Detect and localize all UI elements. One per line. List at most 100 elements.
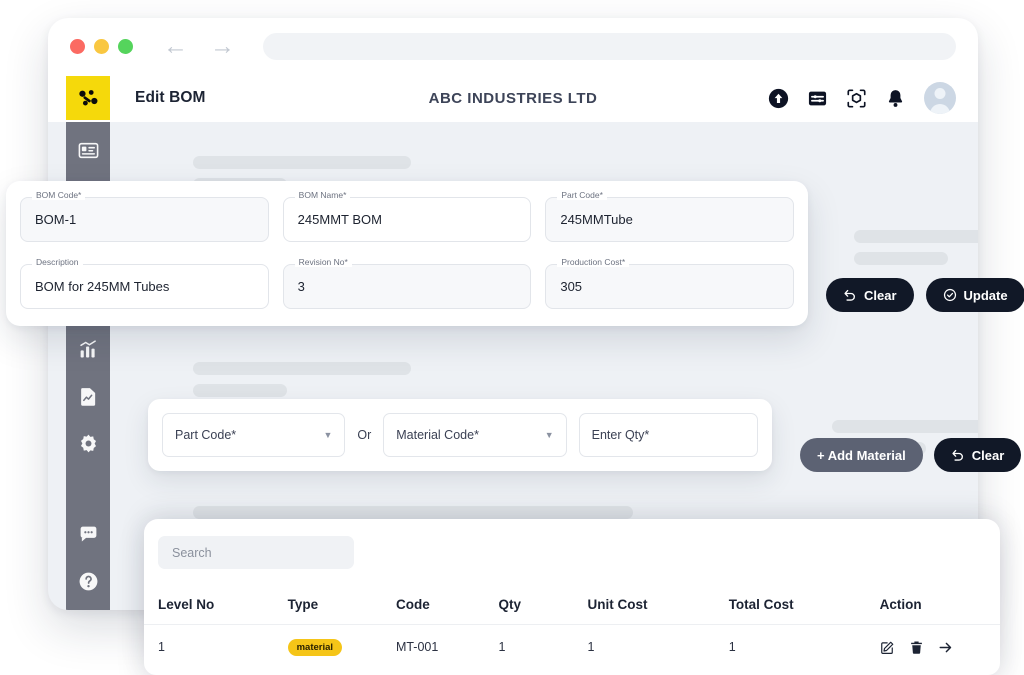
close-window-button[interactable] xyxy=(70,38,85,54)
form-action-buttons: Clear Update xyxy=(826,278,1024,312)
column-header-total-cost: Total Cost xyxy=(728,597,794,612)
select-value: Part Code* xyxy=(175,428,237,442)
button-label: Clear xyxy=(971,447,1005,463)
button-label: Update xyxy=(963,287,1008,303)
field-bom-code[interactable]: BOM Code* BOM-1 xyxy=(20,191,269,242)
column-header-unit-cost: Unit Cost xyxy=(587,597,648,612)
field-production-cost[interactable]: Production Cost* 305 xyxy=(545,258,795,309)
skeleton-bar xyxy=(193,156,411,169)
field-label: Description xyxy=(32,258,83,267)
search-input[interactable]: Search xyxy=(158,536,354,569)
add-material-button[interactable]: + Add Material xyxy=(800,438,923,472)
sidebar-item-id-card-icon[interactable] xyxy=(78,140,99,161)
field-value: 3 xyxy=(297,279,305,294)
update-bom-button[interactable]: Update xyxy=(925,278,1024,312)
cell-unit-cost: 1 xyxy=(587,640,595,654)
column-header-level-no: Level No xyxy=(158,597,215,612)
bom-details-form-card: BOM Code* BOM-1 BOM Name* 245MMT BOM Par… xyxy=(6,181,808,326)
skeleton-bar xyxy=(193,362,411,375)
sidebar-item-help-circle-icon[interactable] xyxy=(78,571,99,592)
column-header-type: Type xyxy=(287,597,319,612)
browser-nav-arrows: ← → xyxy=(163,33,235,59)
cell-level-no: 1 xyxy=(158,640,165,654)
field-value: 305 xyxy=(560,279,583,294)
form-row-1: BOM Code* BOM-1 BOM Name* 245MMT BOM Par… xyxy=(20,191,795,242)
back-arrow-icon[interactable]: ← xyxy=(163,33,188,59)
cell-type: material xyxy=(287,638,396,656)
skeleton-bar xyxy=(193,506,633,519)
material-picker-card: Part Code* ▼ Or Material Code* ▼ Enter Q… xyxy=(148,399,772,471)
address-bar-input[interactable] xyxy=(263,32,956,60)
chevron-down-icon: ▼ xyxy=(323,430,333,440)
select-value: Material Code* xyxy=(396,428,479,442)
avatar-head xyxy=(934,88,946,99)
screenshot-root: ← → Edit BOM ABC INDUSTRIES LTD BOM Code… xyxy=(0,0,1024,675)
edit-icon[interactable] xyxy=(880,640,895,655)
field-description[interactable]: Description BOM for 245MM Tubes xyxy=(20,258,269,309)
minimize-window-button[interactable] xyxy=(94,38,109,54)
cell-actions xyxy=(880,640,986,655)
skeleton-bar xyxy=(193,384,287,397)
filter-sliders-icon[interactable] xyxy=(807,88,828,109)
clear-material-button[interactable]: Clear xyxy=(933,438,1022,472)
cell-total-cost: 1 xyxy=(728,640,736,654)
column-header-qty: Qty xyxy=(498,597,521,612)
field-label: Production Cost* xyxy=(557,258,630,267)
field-value: 245MMT BOM xyxy=(297,212,382,227)
cell-qty: 1 xyxy=(498,640,506,654)
skeleton-bar xyxy=(854,252,948,265)
or-label: Or xyxy=(357,428,372,442)
field-value: BOM for 245MM Tubes xyxy=(35,279,170,294)
column-header-action: Action xyxy=(879,597,922,612)
material-action-buttons: + Add Material Clear xyxy=(800,438,1022,472)
avatar[interactable] xyxy=(924,82,956,114)
chevron-down-icon: ▼ xyxy=(544,430,554,440)
skeleton-bar xyxy=(854,230,978,243)
table-row[interactable]: 1 material MT-001 1 1 1 xyxy=(144,625,1000,669)
material-code-select[interactable]: Material Code* ▼ xyxy=(383,413,567,457)
bell-icon[interactable] xyxy=(885,88,906,109)
button-label: + Add Material xyxy=(817,447,906,463)
page-title: Edit BOM xyxy=(135,89,206,106)
check-circle-icon xyxy=(943,288,956,302)
scan-box-icon[interactable] xyxy=(846,88,867,109)
sidebar-item-report-document-icon[interactable] xyxy=(78,386,99,407)
button-label: Clear xyxy=(864,287,897,303)
maximize-window-button[interactable] xyxy=(118,38,133,54)
network-nodes-logo xyxy=(66,76,110,120)
sidebar-item-chat-bubble-icon[interactable] xyxy=(78,524,99,545)
app-header: Edit BOM ABC INDUSTRIES LTD xyxy=(48,74,978,122)
traffic-lights xyxy=(70,38,133,54)
field-label: BOM Code* xyxy=(32,191,86,200)
arrow-right-icon[interactable] xyxy=(938,640,953,655)
undo-icon xyxy=(844,289,855,301)
part-code-select[interactable]: Part Code* ▼ xyxy=(162,413,346,457)
avatar-body xyxy=(930,104,950,114)
sidebar-item-gear-icon[interactable] xyxy=(78,433,99,454)
table-header-row: Level No Type Code Qty Unit Cost Total C… xyxy=(144,585,1000,625)
quantity-input[interactable]: Enter Qty* xyxy=(578,413,758,457)
form-row-2: Description BOM for 245MM Tubes Revision… xyxy=(20,258,795,309)
undo-icon xyxy=(952,449,963,461)
delete-icon[interactable] xyxy=(909,640,924,655)
header-icon-group xyxy=(768,82,978,114)
field-label: Revision No* xyxy=(294,258,352,267)
sidebar-item-bar-chart-icon[interactable] xyxy=(78,339,99,360)
field-bom-name[interactable]: BOM Name* 245MMT BOM xyxy=(282,191,532,242)
cell-code: MT-001 xyxy=(395,640,439,654)
field-value: BOM-1 xyxy=(35,212,77,227)
upload-circle-icon[interactable] xyxy=(768,88,789,109)
field-label: BOM Name* xyxy=(294,191,351,200)
browser-chrome-bar: ← → xyxy=(48,18,978,74)
avatar-background xyxy=(924,82,956,114)
forward-arrow-icon[interactable]: → xyxy=(210,33,235,59)
field-part-code[interactable]: Part Code* 245MMTube xyxy=(545,191,795,242)
field-value: 245MMTube xyxy=(560,212,633,227)
column-header-code: Code xyxy=(395,597,430,612)
status-badge: material xyxy=(287,638,343,656)
field-label: Part Code* xyxy=(557,191,607,200)
materials-table-card: Search Level No Type Code Qty Unit Cost … xyxy=(144,519,1000,675)
skeleton-bar xyxy=(832,420,978,433)
clear-form-button[interactable]: Clear xyxy=(826,278,914,312)
field-revision-no[interactable]: Revision No* 3 xyxy=(282,258,532,309)
